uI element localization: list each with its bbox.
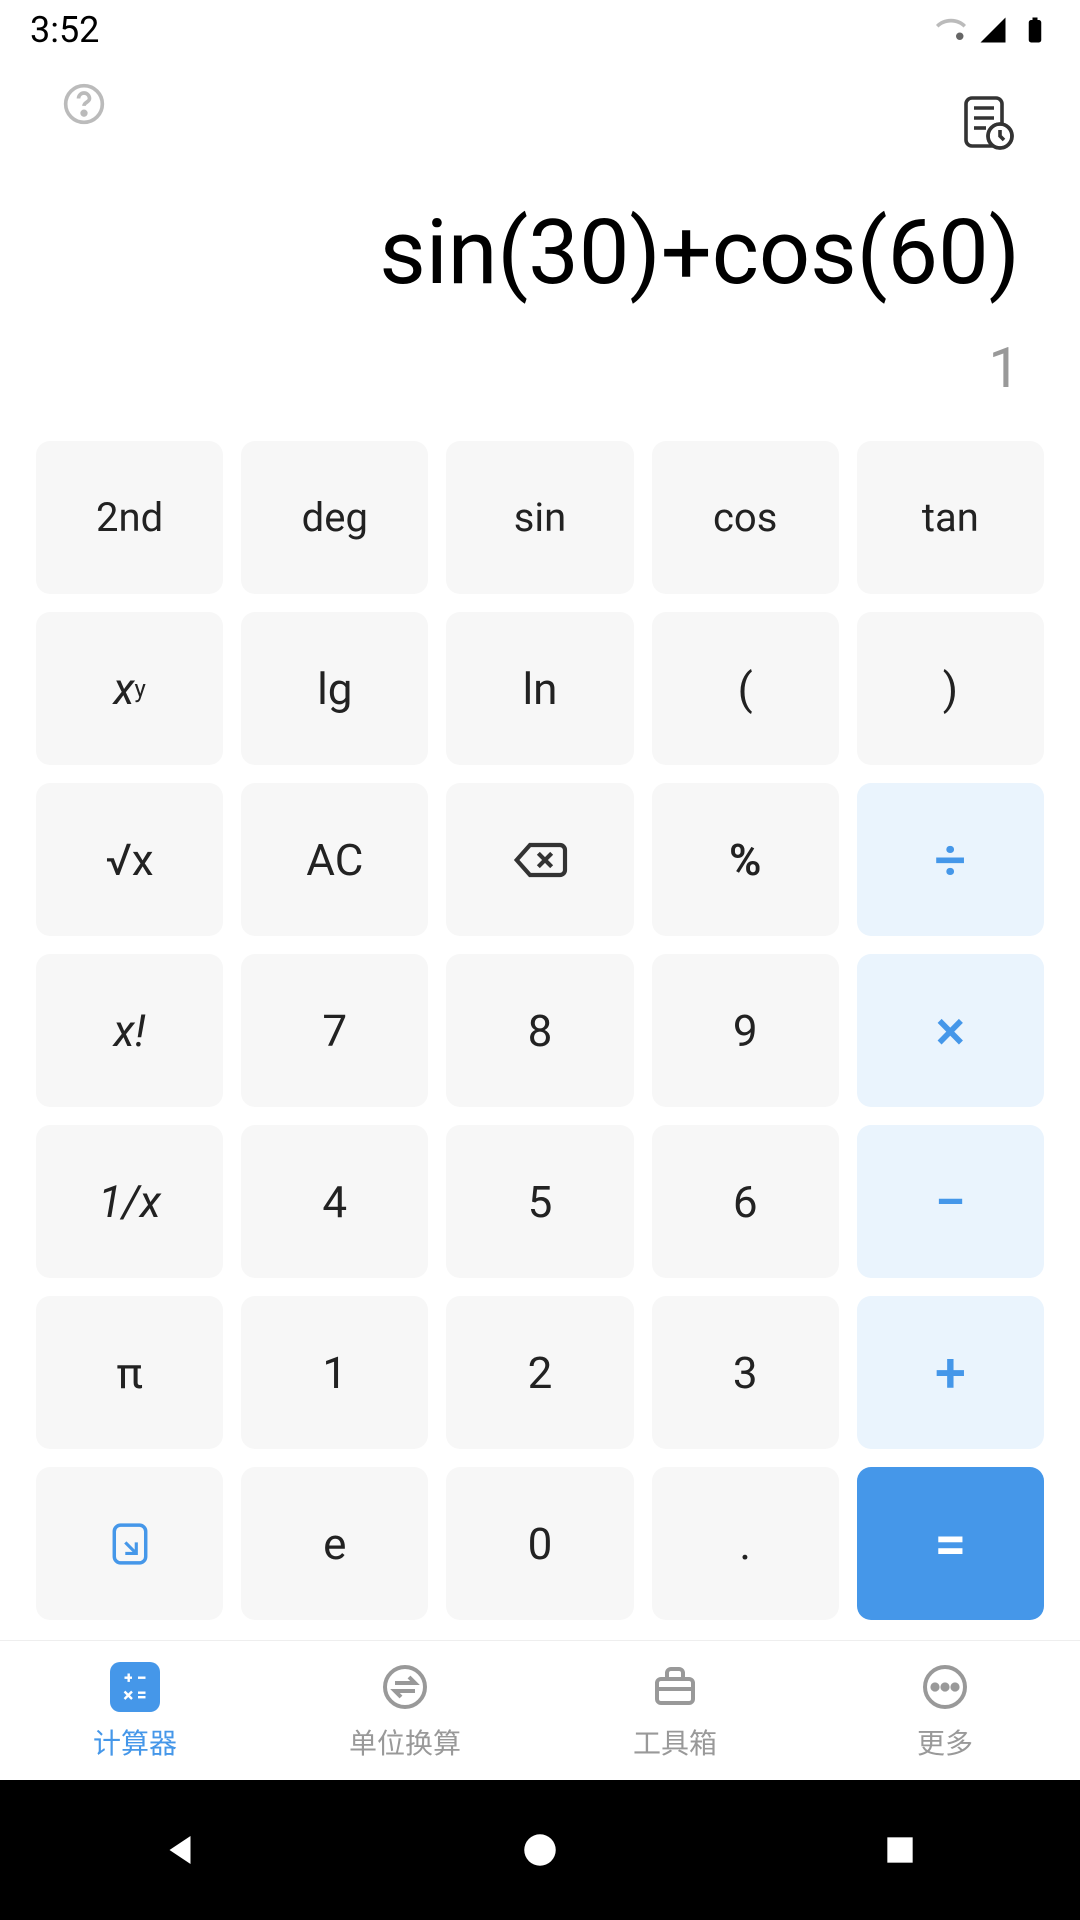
key-lparen[interactable]: ( bbox=[652, 612, 839, 765]
sys-home-button[interactable] bbox=[515, 1825, 565, 1875]
key-tan[interactable]: tan bbox=[857, 441, 1044, 594]
key-multiply[interactable]: × bbox=[857, 954, 1044, 1107]
nav-toolbox-label: 工具箱 bbox=[633, 1722, 717, 1762]
help-icon bbox=[62, 82, 106, 126]
history-icon bbox=[960, 94, 1016, 150]
status-time: 3:52 bbox=[30, 9, 99, 51]
nav-unit-label: 单位换算 bbox=[349, 1722, 461, 1762]
nav-calculator-label: 计算器 bbox=[93, 1722, 177, 1762]
help-button[interactable] bbox=[60, 80, 108, 128]
key-cos[interactable]: cos bbox=[652, 441, 839, 594]
calculator-icon bbox=[120, 1672, 150, 1702]
key-3[interactable]: 3 bbox=[652, 1296, 839, 1449]
more-icon bbox=[921, 1663, 969, 1711]
bottom-nav: 计算器 单位换算 工具箱 更多 bbox=[0, 1640, 1080, 1780]
key-ac[interactable]: AC bbox=[241, 783, 428, 936]
key-plus[interactable]: + bbox=[857, 1296, 1044, 1449]
system-nav-bar bbox=[0, 1780, 1080, 1920]
cellular-icon bbox=[978, 15, 1008, 45]
key-4[interactable]: 4 bbox=[241, 1125, 428, 1278]
key-sin[interactable]: sin bbox=[446, 441, 633, 594]
key-rparen[interactable]: ) bbox=[857, 612, 1044, 765]
key-0[interactable]: 0 bbox=[446, 1467, 633, 1620]
toolbox-icon bbox=[651, 1663, 699, 1711]
key-minus[interactable]: − bbox=[857, 1125, 1044, 1278]
square-recent-icon bbox=[881, 1831, 919, 1869]
key-ln[interactable]: ln bbox=[446, 612, 633, 765]
result-text: 1 bbox=[60, 335, 1020, 401]
key-5[interactable]: 5 bbox=[446, 1125, 633, 1278]
key-divide[interactable]: ÷ bbox=[857, 783, 1044, 936]
nav-toolbox[interactable]: 工具箱 bbox=[540, 1641, 810, 1780]
expression-text: sin(30)+cos(60) bbox=[60, 200, 1020, 305]
key-9[interactable]: 9 bbox=[652, 954, 839, 1107]
key-factorial[interactable]: x! bbox=[36, 954, 223, 1107]
triangle-back-icon bbox=[159, 1829, 201, 1871]
display-area: sin(30)+cos(60) 1 bbox=[0, 200, 1080, 441]
convert-icon bbox=[381, 1663, 429, 1711]
key-percent[interactable]: % bbox=[652, 783, 839, 936]
key-sqrt[interactable]: √x bbox=[36, 783, 223, 936]
key-6[interactable]: 6 bbox=[652, 1125, 839, 1278]
keypad: 2nd deg sin cos tan xy lg ln ( ) √x AC %… bbox=[0, 441, 1080, 1640]
collapse-icon bbox=[109, 1522, 151, 1566]
wifi-off-icon bbox=[936, 15, 966, 45]
header bbox=[0, 60, 1080, 200]
key-backspace[interactable] bbox=[446, 783, 633, 936]
key-lg[interactable]: lg bbox=[241, 612, 428, 765]
status-bar: 3:52 bbox=[0, 0, 1080, 60]
key-e[interactable]: e bbox=[241, 1467, 428, 1620]
key-power[interactable]: xy bbox=[36, 612, 223, 765]
key-equals[interactable]: = bbox=[857, 1467, 1044, 1620]
key-7[interactable]: 7 bbox=[241, 954, 428, 1107]
key-2[interactable]: 2 bbox=[446, 1296, 633, 1449]
nav-calculator[interactable]: 计算器 bbox=[0, 1641, 270, 1780]
battery-icon bbox=[1020, 15, 1050, 45]
nav-unit-convert[interactable]: 单位换算 bbox=[270, 1641, 540, 1780]
status-icons bbox=[936, 15, 1050, 45]
sys-back-button[interactable] bbox=[155, 1825, 205, 1875]
key-decimal[interactable]: . bbox=[652, 1467, 839, 1620]
key-2nd[interactable]: 2nd bbox=[36, 441, 223, 594]
sys-recent-button[interactable] bbox=[875, 1825, 925, 1875]
nav-more[interactable]: 更多 bbox=[810, 1641, 1080, 1780]
key-collapse[interactable] bbox=[36, 1467, 223, 1620]
key-pi[interactable]: π bbox=[36, 1296, 223, 1449]
backspace-icon bbox=[512, 840, 568, 880]
key-8[interactable]: 8 bbox=[446, 954, 633, 1107]
key-reciprocal[interactable]: 1/x bbox=[36, 1125, 223, 1278]
history-button[interactable] bbox=[956, 90, 1020, 154]
circle-home-icon bbox=[519, 1829, 561, 1871]
key-1[interactable]: 1 bbox=[241, 1296, 428, 1449]
key-deg[interactable]: deg bbox=[241, 441, 428, 594]
nav-more-label: 更多 bbox=[917, 1722, 973, 1762]
